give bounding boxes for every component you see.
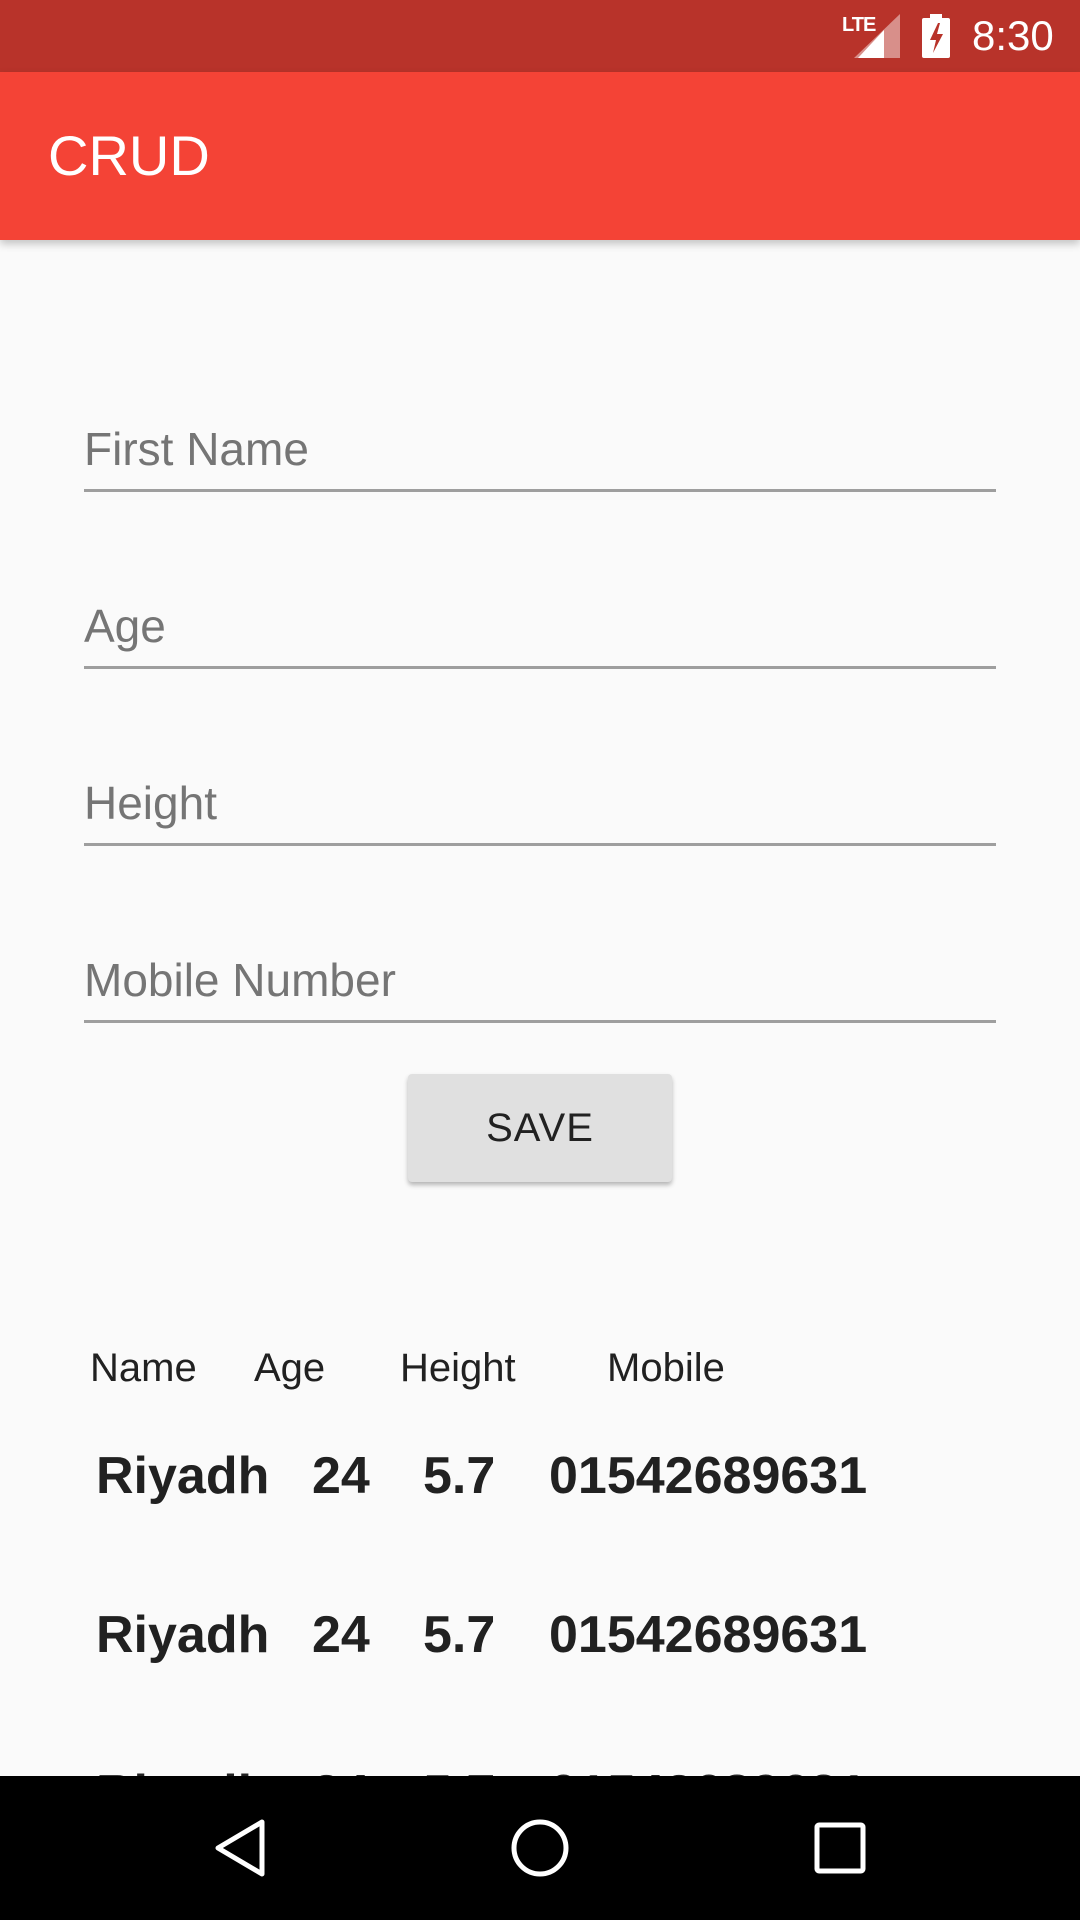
battery-charging-icon <box>922 14 950 58</box>
age-input[interactable] <box>84 557 996 669</box>
row-mobile-cell: 01542689631 <box>549 1447 868 1505</box>
first-name-field <box>84 380 996 500</box>
height-input[interactable] <box>84 734 996 846</box>
first-name-input[interactable] <box>84 380 996 492</box>
app-screen: LTE 8:30 CRUD SAVE Name Age Height Mobil… <box>0 0 1080 1920</box>
app-toolbar: CRUD <box>0 72 1080 240</box>
system-navigation-bar <box>0 1776 1080 1920</box>
row-mobile-cell: 01542689631 <box>549 1606 868 1664</box>
mobile-number-field <box>84 911 996 1031</box>
row-height-cell: 5.7 <box>423 1447 496 1505</box>
column-header-name: Name <box>90 1346 197 1390</box>
table-row: Riyadh 24 5.7 01542689631 <box>0 1603 1080 1683</box>
back-button[interactable] <box>190 1798 290 1898</box>
home-button[interactable] <box>490 1798 590 1898</box>
signal-icon <box>854 14 900 58</box>
recents-square-icon <box>814 1822 866 1874</box>
row-age-cell: 24 <box>312 1606 370 1664</box>
column-header-height: Height <box>400 1346 516 1390</box>
recents-button[interactable] <box>790 1798 890 1898</box>
mobile-number-input[interactable] <box>84 911 996 1023</box>
home-circle-icon <box>511 1819 569 1877</box>
column-header-age: Age <box>254 1346 326 1390</box>
back-triangle-icon <box>215 1819 265 1877</box>
save-button[interactable]: SAVE <box>408 1074 672 1182</box>
row-name-cell: Riyadh <box>96 1447 270 1505</box>
row-name-cell: Riyadh <box>96 1606 270 1664</box>
clock-time: 8:30 <box>972 12 1054 59</box>
app-title: CRUD <box>48 124 210 187</box>
height-field <box>84 734 996 854</box>
column-header-mobile: Mobile <box>607 1346 725 1390</box>
status-bar: LTE 8:30 <box>0 0 1080 72</box>
row-height-cell: 5.7 <box>423 1606 496 1664</box>
table-row: Riyadh 24 5.7 01542689631 <box>0 1444 1080 1524</box>
age-field <box>84 557 996 677</box>
row-age-cell: 24 <box>312 1447 370 1505</box>
